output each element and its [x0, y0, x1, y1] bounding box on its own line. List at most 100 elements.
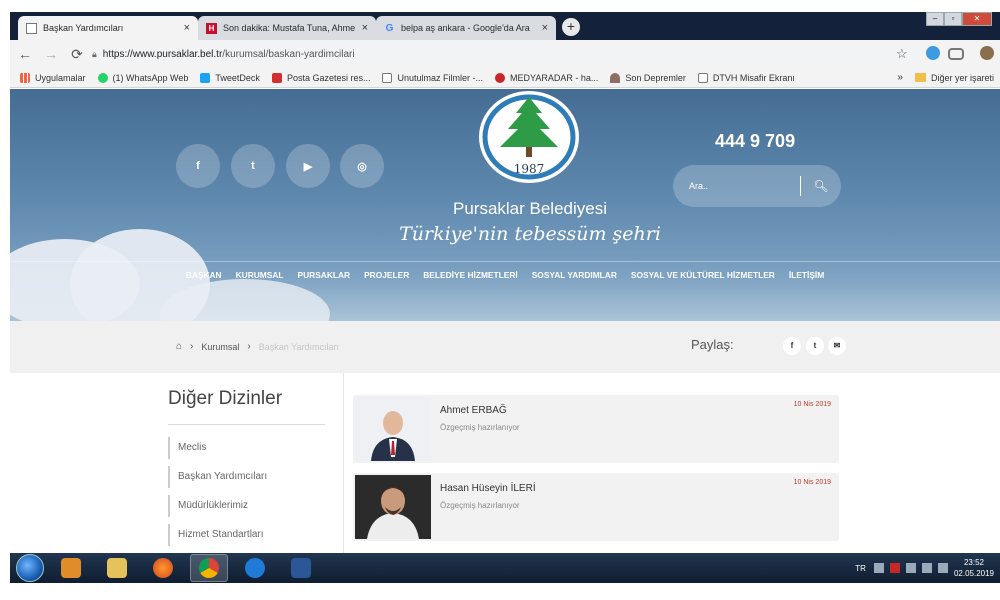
- search-input[interactable]: Ara..: [689, 181, 800, 191]
- volume-icon[interactable]: [937, 563, 948, 573]
- antivirus-icon[interactable]: [889, 563, 900, 573]
- taskbar-explorer[interactable]: [98, 554, 136, 582]
- tab-google-search[interactable]: G belpa aş ankara - Google'da Ara ×: [376, 16, 556, 40]
- sidebar-item-baskan-yardimcilari[interactable]: Başkan Yardımcıları: [168, 466, 328, 488]
- language-indicator[interactable]: TR: [855, 564, 866, 573]
- twitter-icon[interactable]: t: [231, 144, 275, 188]
- bottom-margin: [0, 583, 1000, 600]
- bookmark-son-depremler[interactable]: Son Depremler: [610, 72, 686, 83]
- address-bar-row: ← → ⟳ 🔒︎ https://www.pursaklar.bel.tr/ku…: [10, 40, 1000, 68]
- sidebar-item-hizmet-standartlari[interactable]: Hizmet Standartları: [168, 524, 328, 546]
- bookmark-label: DTVH Misafir Ekranı: [712, 72, 795, 83]
- news-site-icon: H: [206, 22, 217, 34]
- share-twitter-icon[interactable]: t: [806, 337, 824, 355]
- home-icon[interactable]: ⌂: [176, 341, 182, 352]
- nav-item-sosyal-kulturel[interactable]: SOSYAL VE KÜLTÜREL HİZMETLER: [631, 270, 775, 280]
- taskbar-ie[interactable]: [236, 554, 274, 582]
- person-photo: [355, 475, 431, 539]
- extension-cloud-icon[interactable]: [926, 46, 940, 60]
- municipality-logo[interactable]: 1987: [476, 91, 582, 183]
- medyaradar-icon: [495, 72, 505, 83]
- reload-icon[interactable]: ⟳: [66, 46, 88, 63]
- bookmark-tweetdeck[interactable]: TweetDeck: [200, 72, 260, 83]
- bookmarks-overflow-button[interactable]: »: [897, 72, 903, 83]
- keyboard-icon[interactable]: [873, 563, 884, 573]
- bookmark-star-icon[interactable]: ☆: [896, 46, 908, 62]
- bookmark-apps[interactable]: Uygulamalar: [20, 72, 86, 83]
- chrome-icon: [199, 558, 219, 578]
- instagram-icon[interactable]: ◎: [340, 144, 384, 188]
- share-facebook-icon[interactable]: f: [783, 337, 801, 355]
- clock-date: 02.05.2019: [953, 569, 994, 578]
- extension-link-icon[interactable]: [948, 48, 964, 60]
- tab-title: Son dakika: Mustafa Tuna, Ahme: [223, 23, 356, 33]
- nav-item-pursaklar[interactable]: PURSAKLAR: [298, 270, 351, 280]
- tab-close-button[interactable]: ×: [184, 22, 190, 34]
- bookmark-posta[interactable]: Posta Gazetesi res...: [271, 72, 371, 83]
- nav-item-belediye-hizmetleri[interactable]: BELEDİYE HİZMETLERİ: [423, 270, 517, 280]
- forward-icon[interactable]: →: [40, 46, 62, 62]
- person-name[interactable]: Ahmet ERBAĞ: [440, 405, 507, 416]
- breadcrumb-kurumsal[interactable]: Kurumsal: [201, 342, 239, 352]
- person-photo: [355, 397, 431, 461]
- windows-taskbar: TR 23:52 02.05.2019: [10, 553, 1000, 583]
- nav-item-projeler[interactable]: PROJELER: [364, 270, 409, 280]
- close-window-button[interactable]: ✕: [962, 12, 992, 26]
- nav-item-kurumsal[interactable]: KURUMSAL: [236, 270, 284, 280]
- battery-icon[interactable]: [905, 563, 916, 573]
- phone-number[interactable]: 444 9 709: [715, 131, 795, 152]
- bookmark-unutulmaz-filmler[interactable]: Unutulmaz Filmler -...: [382, 72, 483, 83]
- logo-year: 1987: [514, 162, 545, 176]
- taskbar-firefox[interactable]: [144, 554, 182, 582]
- person-name[interactable]: Hasan Hüseyin İLERİ: [440, 483, 536, 494]
- tab-title: Başkan Yardımcıları: [43, 23, 124, 33]
- tab-close-button[interactable]: ×: [362, 22, 368, 34]
- taskbar-media-player[interactable]: [52, 554, 90, 582]
- breadcrumb-current: Başkan Yardımcıları: [258, 341, 339, 352]
- apps-icon: [20, 72, 30, 83]
- facebook-icon[interactable]: f: [176, 144, 220, 188]
- bookmark-dtvh[interactable]: DTVH Misafir Ekranı: [697, 72, 795, 83]
- tab-close-button[interactable]: ×: [542, 22, 548, 34]
- new-tab-button[interactable]: +: [562, 18, 580, 36]
- bookmark-medyaradar[interactable]: MEDYARADAR - ha...: [495, 72, 598, 83]
- minimize-button[interactable]: –: [926, 12, 944, 26]
- tab-title: belpa aş ankara - Google'da Ara: [401, 23, 530, 33]
- person-card[interactable]: Ahmet ERBAĞ Özgeçmiş hazırlanıyor 10 Nis…: [353, 395, 839, 463]
- url-host: https://www.pursaklar.bel.tr: [102, 48, 223, 60]
- maximize-button[interactable]: ▫: [944, 12, 962, 26]
- taskbar-word[interactable]: [282, 554, 320, 582]
- bookmark-label: TweetDeck: [215, 72, 260, 83]
- site-header: f t ▶ ◎ 1987 Pursaklar Belediyesi Türkiy…: [10, 89, 1000, 321]
- bookmark-whatsapp[interactable]: (1) WhatsApp Web: [97, 72, 188, 83]
- search-icon[interactable]: 🔍︎: [801, 179, 841, 193]
- bookmark-label: Posta Gazetesi res...: [286, 72, 371, 83]
- nav-item-sosyal-yardimlar[interactable]: SOSYAL YARDIMLAR: [532, 270, 617, 280]
- other-bookmarks-button[interactable]: Diğer yer işareti: [931, 73, 994, 83]
- person-card[interactable]: Hasan Hüseyin İLERİ Özgeçmiş hazırlanıyo…: [353, 473, 839, 541]
- clock-time: 23:52: [963, 558, 984, 567]
- person-date: 10 Nis 2019: [793, 479, 831, 486]
- nav-item-iletisim[interactable]: İLETİŞİM: [789, 270, 824, 280]
- tab-baskan-yardimcilari[interactable]: Başkan Yardımcıları ×: [18, 16, 198, 40]
- sidebar-item-meclis[interactable]: Meclis: [168, 437, 328, 459]
- tab-son-dakika[interactable]: H Son dakika: Mustafa Tuna, Ahme ×: [198, 16, 376, 40]
- posta-icon: [271, 72, 282, 83]
- share-email-icon[interactable]: ✉: [828, 337, 846, 355]
- folder-icon: [914, 73, 926, 82]
- start-button[interactable]: [16, 554, 44, 582]
- sidebar-item-mudurlukler[interactable]: Müdürlüklerimiz: [168, 495, 328, 517]
- youtube-icon[interactable]: ▶: [286, 144, 330, 188]
- nav-item-baskan[interactable]: BAŞKAN: [186, 270, 222, 280]
- url-input[interactable]: 🔒︎ https://www.pursaklar.bel.tr/kurumsal…: [92, 44, 922, 64]
- taskbar-chrome[interactable]: [190, 554, 228, 582]
- page-icon: [697, 72, 708, 83]
- profile-avatar[interactable]: [980, 46, 994, 60]
- clock[interactable]: 23:52 02.05.2019: [954, 557, 994, 579]
- breadcrumb: ⌂ › Kurumsal › Başkan Yardımcıları: [176, 341, 339, 352]
- other-bookmarks: » Diğer yer işareti: [897, 72, 994, 83]
- back-icon[interactable]: ←: [14, 46, 36, 62]
- network-icon[interactable]: [921, 563, 932, 573]
- column-divider: [343, 373, 344, 553]
- internet-explorer-icon: [245, 558, 265, 578]
